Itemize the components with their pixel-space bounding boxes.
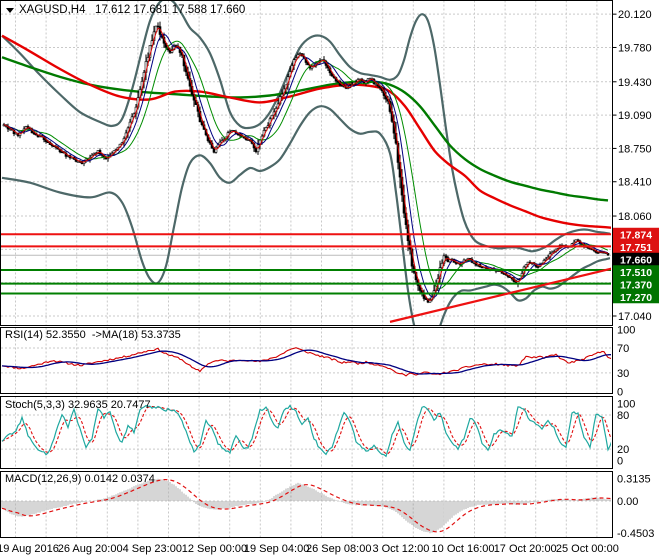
price-axis-label: 18.060 bbox=[618, 211, 652, 223]
price-axis-label: 18.750 bbox=[618, 143, 652, 155]
price-axis-label: 17.040 bbox=[618, 311, 652, 323]
price-tag-text: 17.874 bbox=[620, 229, 652, 241]
price-tag: 17.874 bbox=[613, 227, 659, 241]
price-tag: 17.660 bbox=[613, 252, 659, 266]
price-axis-label: 18.410 bbox=[618, 177, 652, 189]
time-axis-label: 3 Oct 12:00 bbox=[372, 543, 429, 555]
trading-chart-window: 20.120 19.780 19.430 19.090 18.750 18.410 18.0… bbox=[0, 0, 660, 560]
time-axis-label: 19 Aug 2016 bbox=[0, 543, 59, 555]
price-axis-label: 19.780 bbox=[618, 42, 652, 54]
price-tag: 17.751 bbox=[613, 240, 659, 254]
stoch-axis-label: 100 bbox=[617, 399, 635, 411]
rsi-axis-label: 100 bbox=[617, 324, 635, 336]
time-axis-label: 10 Oct 16:00 bbox=[432, 543, 495, 555]
time-axis-label: 12 Sep 00:00 bbox=[182, 543, 247, 555]
rsi-axis-label: 0 bbox=[617, 387, 623, 399]
price-tag: 17.510 bbox=[613, 265, 659, 279]
time-axis-label: 19 Sep 04:00 bbox=[244, 543, 309, 555]
stoch-axis-label: 20 bbox=[617, 444, 629, 456]
macd-label: MACD(12,26,9) 0.0142 0.0374 bbox=[5, 473, 155, 485]
macd-axis-label: -0.4503 bbox=[617, 528, 654, 540]
price-axis[interactable]: 20.120 19.780 19.430 19.090 18.750 18.410 18.0… bbox=[612, 9, 660, 540]
rsi-axis-label: 70 bbox=[617, 343, 629, 355]
chart-title: XAGUSD,H4 17.612 17.681 17.588 17.660 bbox=[19, 4, 246, 16]
price-tag: 17.370 bbox=[613, 277, 659, 291]
time-axis-label: 26 Aug 20:00 bbox=[58, 543, 123, 555]
symbol-dropdown-icon[interactable] bbox=[6, 8, 14, 13]
stoch-axis-label: 0 bbox=[617, 456, 623, 468]
chart-title-bar: XAGUSD,H4 17.612 17.681 17.588 17.660 bbox=[6, 4, 245, 17]
price-axis-label: 19.090 bbox=[618, 110, 652, 122]
candle-body bbox=[156, 25, 160, 28]
time-axis-label: 17 Oct 20:00 bbox=[494, 543, 557, 555]
price-tag-text: 17.370 bbox=[620, 279, 652, 291]
rsi-label: RSI(14) 52.3550 ->MA(18) 53.3735 bbox=[5, 329, 181, 341]
macd-axis-label: 0.00 bbox=[617, 496, 638, 508]
stoch-label: Stoch(5,3,3) 32.9635 20.7477 bbox=[5, 399, 151, 411]
time-axis-label: 4 Sep 23:00 bbox=[123, 543, 182, 555]
stoch-axis-label: 80 bbox=[617, 410, 629, 422]
price-tag-text: 17.751 bbox=[620, 242, 652, 254]
price-tag-text: 17.270 bbox=[620, 292, 652, 304]
time-axis-label: 26 Sep 08:00 bbox=[306, 543, 371, 555]
time-axis-label: 25 Oct 00:00 bbox=[556, 543, 619, 555]
price-tag: 17.270 bbox=[613, 290, 659, 304]
price-tag-text: 17.510 bbox=[620, 267, 652, 279]
time-axis[interactable]: 19 Aug 201626 Aug 20:00 4 Sep 23:00 12 Sep… bbox=[0, 538, 619, 556]
price-axis-label: 19.430 bbox=[618, 77, 652, 89]
rsi-axis-label: 30 bbox=[617, 368, 629, 380]
macd-axis-label: 0.3135 bbox=[617, 474, 651, 486]
price-axis-label: 20.120 bbox=[618, 9, 652, 21]
price-tag-text: 17.660 bbox=[620, 254, 652, 266]
